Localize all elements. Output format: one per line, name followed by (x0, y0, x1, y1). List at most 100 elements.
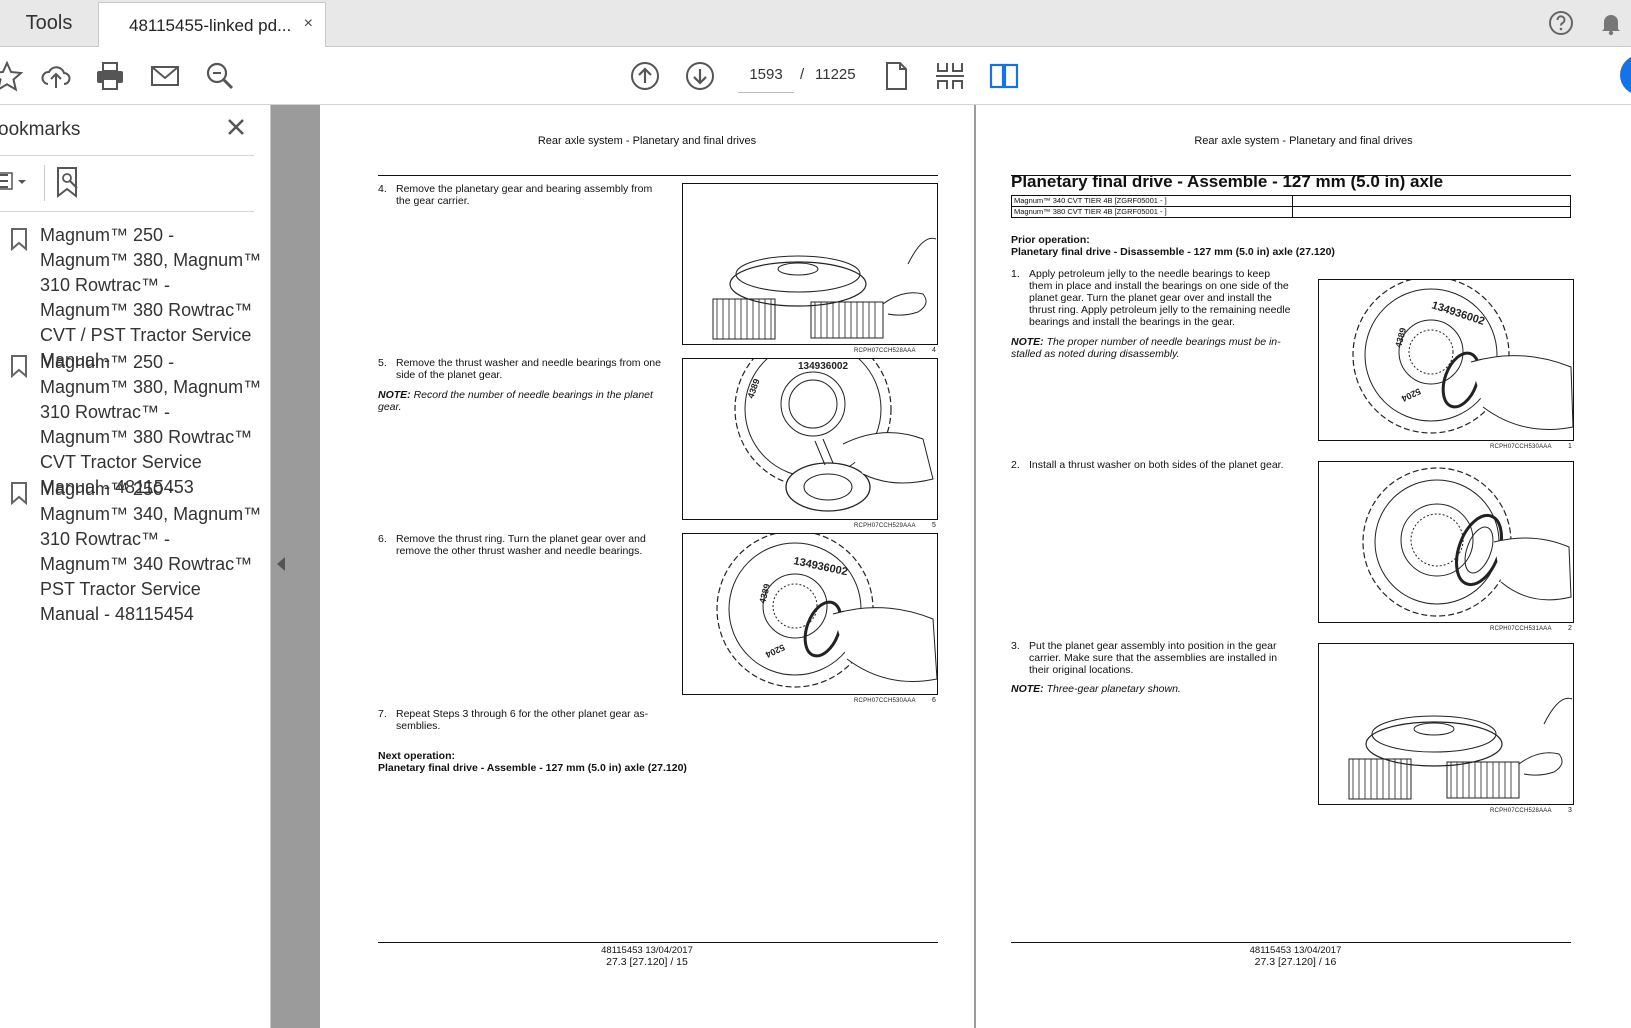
next-operation-link[interactable]: Planetary final drive - Assemble - 127 m… (378, 762, 878, 774)
upload-icon[interactable] (39, 59, 73, 93)
step-text: Put the planet gear assembly into positi… (1029, 640, 1278, 676)
gear-code: 4389 (757, 583, 772, 605)
page-number-input[interactable]: 1593 (738, 58, 794, 93)
bookmark-icon (11, 482, 27, 505)
step-text: Repeat Steps 3 through 6 for the other p… (396, 708, 649, 732)
planet-gear-illustration (1362, 467, 1572, 617)
model-table: Magnum™ 340 CVT TIER 4B [ZGRF05001 - ] M… (1011, 195, 1571, 218)
figure-number: 6 (932, 697, 936, 704)
step-number: 1. (1011, 268, 1020, 280)
figure-caption: RCPH07CCH530AAA (1490, 444, 1552, 450)
gear-code: 5204 (1400, 386, 1422, 404)
step-number: 6. (378, 533, 387, 545)
prior-operation-label: Prior operation: (1011, 234, 1090, 246)
figure-three-gear-planetary (1318, 643, 1574, 805)
step-number: 7. (378, 708, 387, 720)
pdf-page-right: Rear axle system - Planetary and final d… (976, 105, 1631, 1028)
model-row: Magnum™ 340 CVT TIER 4B [ZGRF05001 - ] (1012, 196, 1570, 207)
step-text: Apply petroleum jelly to the needle bear… (1029, 268, 1291, 328)
divider (0, 155, 254, 156)
bookmark-search-icon[interactable] (54, 165, 84, 199)
figure-caption: RCPH07CCH530AAA (854, 698, 916, 704)
footer-rule (378, 942, 938, 943)
note-text: Record the number of needle bearings in … (378, 389, 653, 413)
note-text: The proper number of needle bearings mus… (1011, 336, 1281, 360)
page-down-icon[interactable] (683, 59, 717, 93)
tab-document-label: 48115455-linked pd... (129, 15, 292, 35)
figure-planetary-assembly (682, 183, 938, 345)
prior-operation-link[interactable]: Planetary final drive - Disassemble - 12… (1011, 246, 1511, 258)
account-avatar[interactable] (1620, 55, 1631, 95)
page-header: Rear axle system - Planetary and final d… (537, 135, 757, 147)
bell-icon[interactable] (1596, 8, 1626, 38)
model-row: Magnum™ 380 CVT TIER 4B [ZGRF05001 - ] (1012, 207, 1570, 217)
scroll-mode-icon[interactable] (933, 59, 967, 93)
close-tab-icon[interactable]: × (304, 15, 313, 33)
gear-part-number: 134936002 (1430, 299, 1486, 327)
bookmark-label: Magnum™ 250 - Magnum™ 340, Magnum™ 310 R… (40, 479, 262, 624)
tab-tools-label: Tools (25, 11, 73, 34)
divider (0, 211, 254, 212)
note-label: NOTE: (378, 389, 411, 401)
print-icon[interactable] (93, 59, 127, 93)
page-separator: / (800, 66, 805, 83)
planet-gear-illustration: 134936002 4389 5204 (716, 534, 937, 688)
step-text: Install a thrust washer on both sides of… (1029, 459, 1284, 471)
star-icon[interactable] (0, 59, 24, 93)
figure-thrust-washer-install (1318, 461, 1574, 623)
figure-thrust-ring: 134936002 4389 5204 (682, 533, 938, 695)
toolbar: 1593 / 11225 (0, 47, 1631, 105)
figure-number: 1 (1568, 443, 1572, 450)
tab-tools[interactable]: Tools (0, 0, 98, 46)
gear-code: 4389 (745, 377, 761, 399)
figure-number: 5 (932, 522, 936, 529)
page-footer-line1: 48115453 13/04/2017 (601, 945, 693, 956)
collapse-panel-icon[interactable] (276, 556, 286, 572)
step-text: Remove the thrust washer and needle bear… (396, 357, 661, 381)
gear-code: 4389 (1393, 327, 1408, 349)
zoom-icon[interactable] (203, 59, 237, 93)
divider (44, 165, 45, 201)
tab-document[interactable]: 48115455-linked pd... × (98, 2, 326, 48)
next-operation-label: Next operation: (378, 750, 456, 762)
close-icon[interactable] (224, 115, 248, 139)
tab-bar: Tools 48115455-linked pd... × (0, 0, 1631, 48)
figure-caption: RCPH07CCH529AAA (854, 523, 916, 529)
section-title: Planetary final drive - Assemble - 127 m… (1011, 172, 1444, 191)
note-text: Three-gear planetary shown. (1046, 683, 1181, 695)
page-footer-line2: 27.3 [27.120] / 16 (1254, 956, 1337, 968)
header-rule (378, 175, 938, 176)
step-text: Remove the thrust ring. Turn the planet … (396, 533, 646, 557)
single-page-icon[interactable] (879, 59, 913, 93)
figure-caption: RCPH07CCH528AAA (1490, 808, 1552, 814)
step-number: 4. (378, 183, 387, 195)
page-footer-line2: 27.3 [27.120] / 15 (606, 956, 688, 968)
bookmarks-panel: ookmarks Magnum™ 250 - Magnum™ 380, Magn… (0, 105, 271, 1028)
gear-carrier-illustration (1348, 697, 1573, 800)
figure-number: 3 (1568, 807, 1572, 814)
options-menu-icon[interactable] (0, 167, 36, 199)
gear-part-number: 134936002 (798, 361, 848, 372)
figure-caption: RCPH07CCH531AAA (1490, 626, 1552, 632)
help-icon[interactable] (1546, 8, 1576, 38)
step-number: 5. (378, 357, 387, 369)
mail-icon[interactable] (148, 59, 182, 93)
figure-needle-bearings: 134936002 4389 5204 (1318, 279, 1574, 441)
page-up-icon[interactable] (628, 59, 662, 93)
page-header: Rear axle system - Planetary and final d… (1194, 135, 1413, 147)
note-label: NOTE: (1011, 336, 1044, 348)
bookmarks-title: ookmarks (0, 119, 81, 140)
two-page-icon[interactable] (987, 59, 1021, 93)
bookmark-icon (11, 228, 27, 251)
planet-gear-illustration: 134936002 4389 5204 (1352, 280, 1573, 434)
planet-gear-illustration: 134936002 4389 (734, 359, 934, 512)
model-cell: Magnum™ 340 CVT TIER 4B [ZGRF05001 - ] (1014, 196, 1167, 205)
gear-carrier-illustration (712, 237, 937, 340)
page-footer-line1: 48115453 13/04/2017 (1249, 945, 1342, 956)
bookmark-icon (11, 355, 27, 378)
note: NOTE: Three-gear planetary shown. (1011, 683, 1293, 695)
step-number: 2. (1011, 459, 1020, 471)
figure-number: 4 (932, 347, 936, 354)
figure-number: 2 (1568, 625, 1572, 632)
note-label: NOTE: (1011, 683, 1044, 695)
